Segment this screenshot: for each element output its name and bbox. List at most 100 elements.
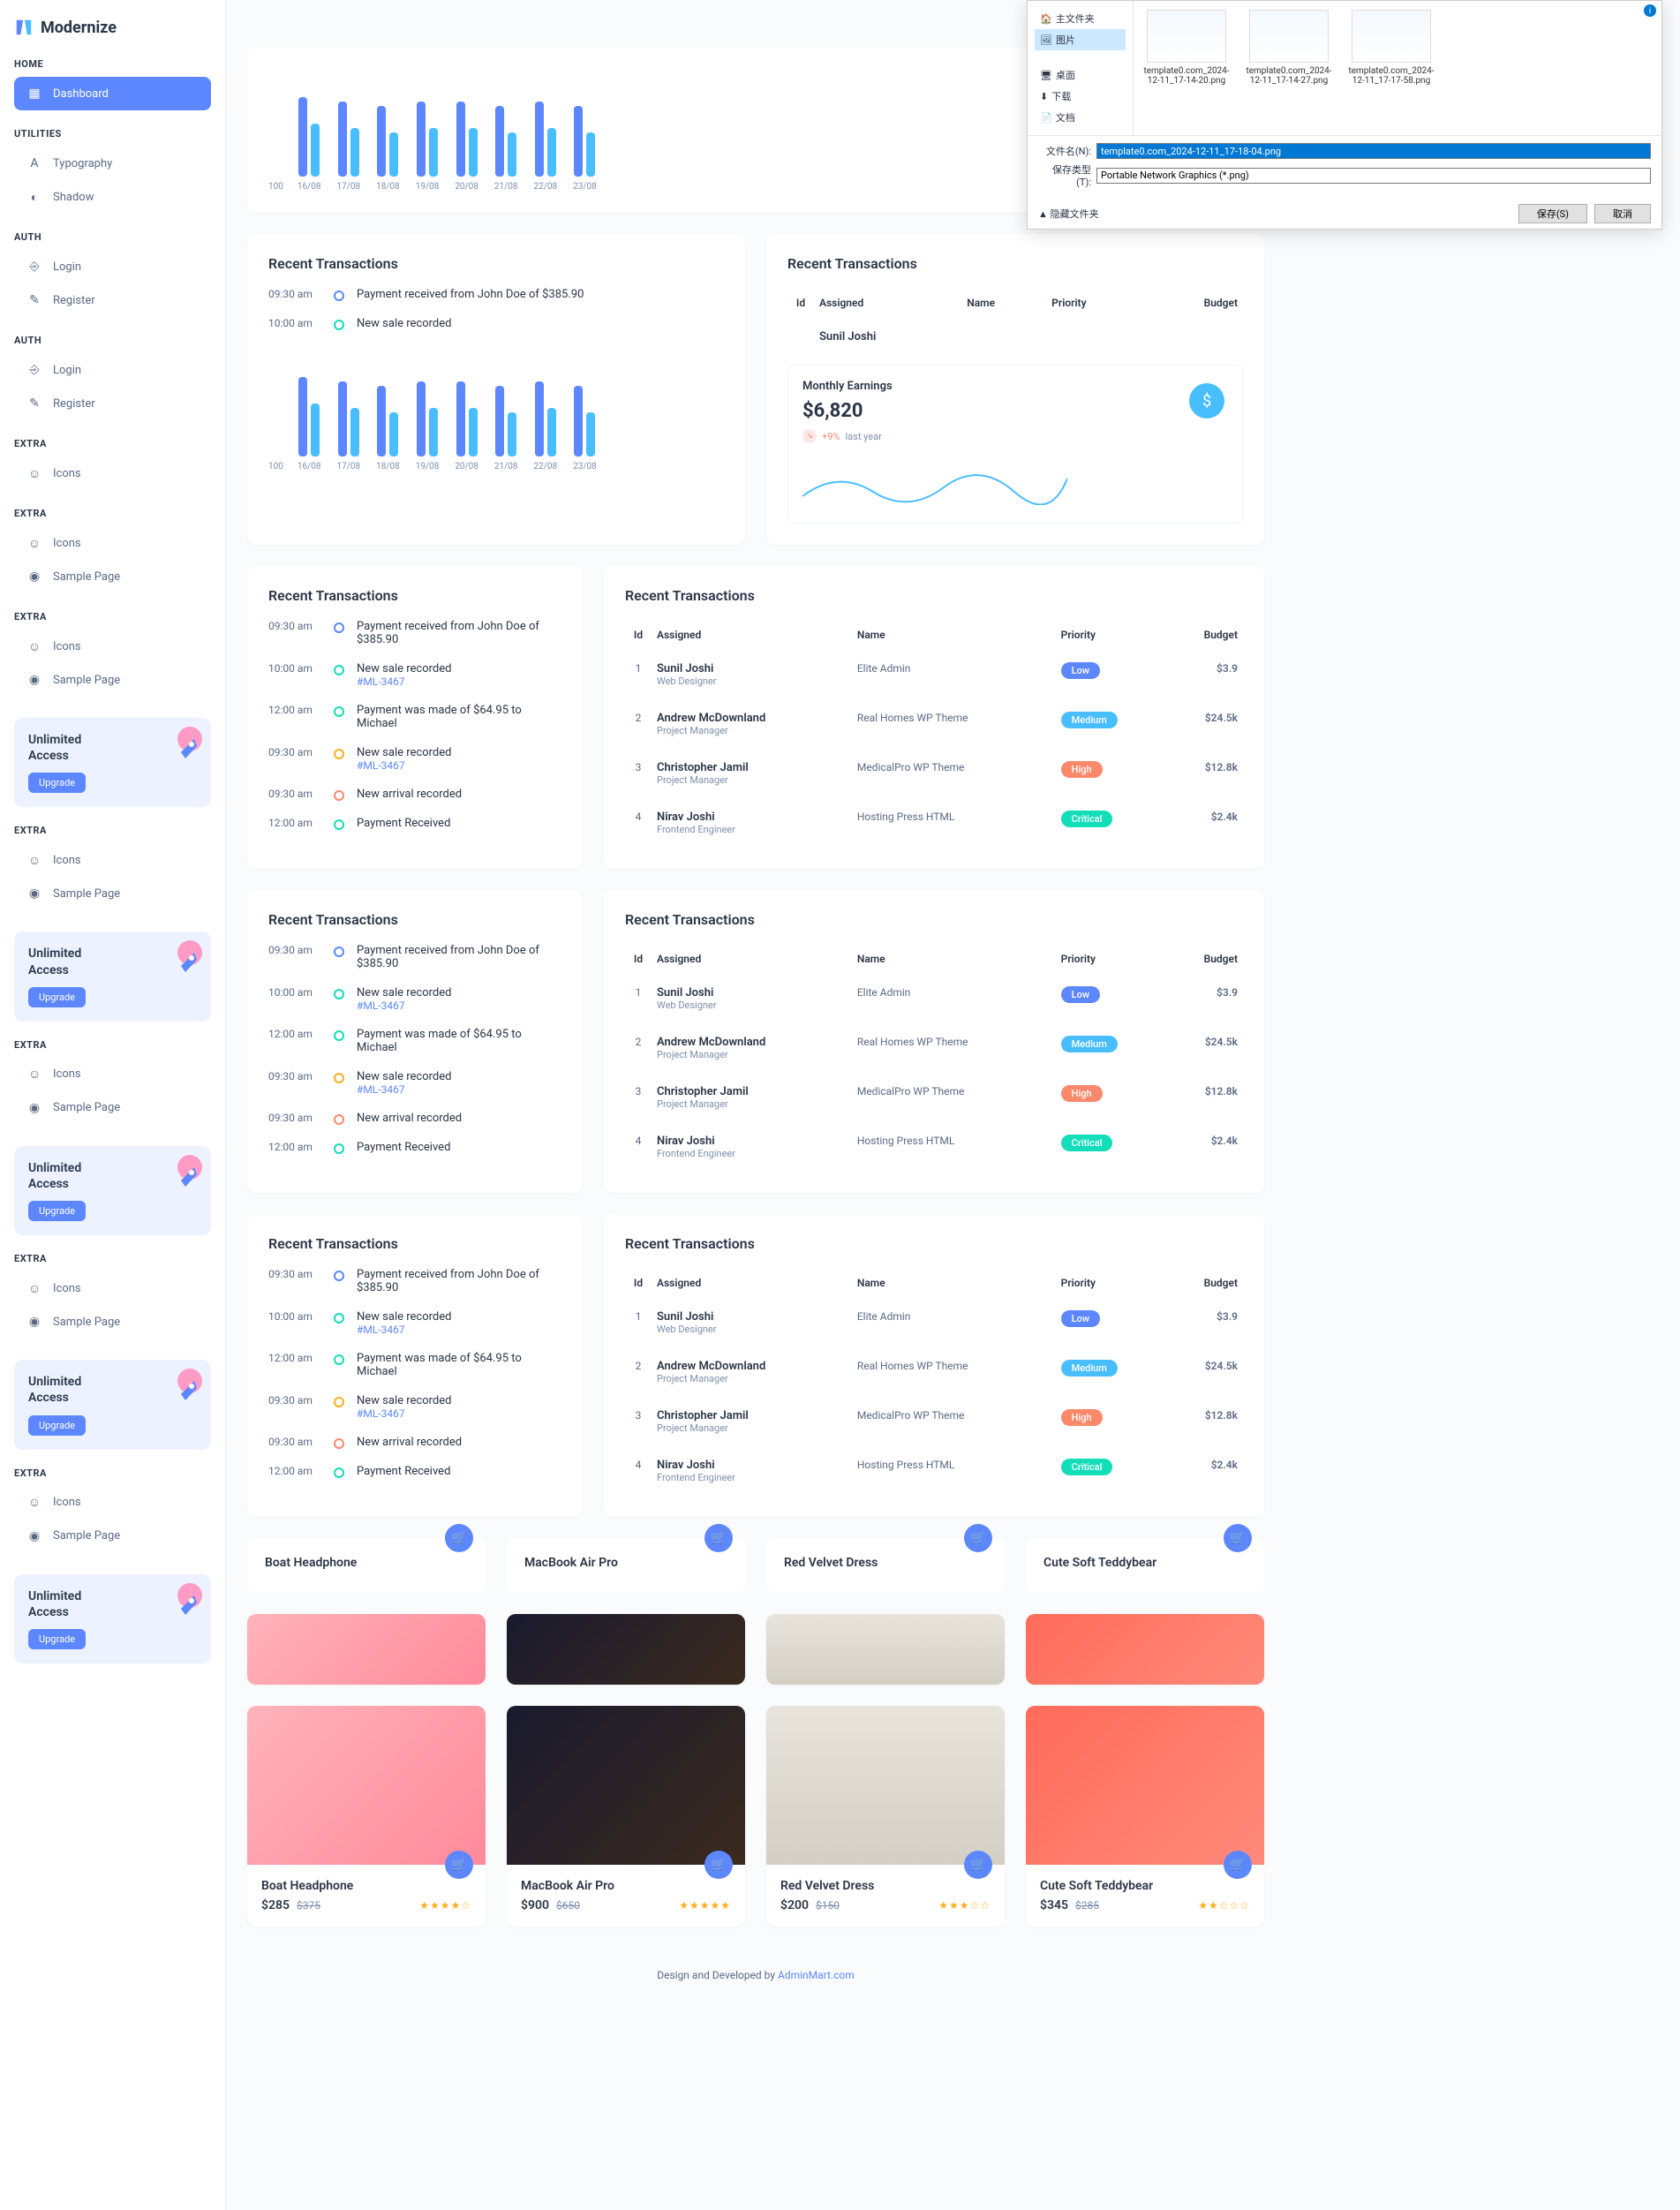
nav-icons-r1[interactable]: ☺Icons [14, 1058, 211, 1091]
product-card[interactable]: 🛒MacBook Air Pro$900$650★★★★★ [507, 1706, 745, 1927]
tx-link[interactable]: #ML-3467 [357, 999, 451, 1012]
product-card[interactable] [247, 1614, 486, 1685]
product-card[interactable]: 🛒Boat Headphone$285$375★★★★☆ [247, 1706, 486, 1927]
file-item[interactable]: template0.com_2024-12-11_17-17-58.png [1347, 10, 1435, 126]
add-to-cart-button[interactable]: 🛒 [1224, 1851, 1252, 1879]
hide-folders-toggle[interactable]: ▲ 隐藏文件夹 [1038, 207, 1099, 221]
cancel-button[interactable]: 取消 [1594, 204, 1651, 223]
file-item[interactable]: template0.com_2024-12-11_17-14-20.png [1142, 10, 1231, 126]
timeline-dot [334, 1397, 344, 1407]
product-mini-card: 🛒Cute Soft Teddybear [1026, 1538, 1264, 1593]
nav-login[interactable]: ⎆Login [14, 250, 211, 283]
nav-sample-r3[interactable]: ◉Sample Page [14, 1520, 211, 1553]
file-name: template0.com_2024-12-11_17-14-20.png [1142, 66, 1231, 86]
tx-link[interactable]: #ML-3467 [357, 1083, 451, 1096]
info-icon[interactable]: i [1644, 4, 1656, 17]
tx-table: IdAssignedNamePriorityBudget1Sunil Joshi… [625, 620, 1243, 848]
nav-icons-r3[interactable]: ☺Icons [14, 1486, 211, 1520]
dialog-file-list: template0.com_2024-12-11_17-14-20.png tem… [1134, 1, 1661, 135]
tx-link[interactable]: #ML-3467 [357, 1407, 451, 1420]
nav-typography[interactable]: ATypography [14, 147, 211, 180]
folder-docs[interactable]: 📄 文档 [1035, 107, 1126, 128]
product-price-old: $285 [1075, 1899, 1099, 1912]
smile-icon: ☺ [26, 852, 42, 868]
filetype-select[interactable] [1096, 168, 1651, 184]
product-card[interactable]: 🛒Cute Soft Teddybear$345$285★★☆☆☆ [1026, 1706, 1264, 1927]
folder-desktop[interactable]: 🖥 桌面 [1035, 64, 1126, 86]
nav-login-2[interactable]: ⎆Login [14, 353, 211, 387]
add-to-cart-button[interactable]: 🛒 [704, 1524, 733, 1552]
nav-sample-r2[interactable]: ◉Sample Page [14, 1305, 211, 1339]
tx-text: New arrival recorded [357, 1112, 462, 1125]
folder-main[interactable]: 🏠 主文件夹 [1035, 8, 1126, 29]
product-mini-card: 🛒MacBook Air Pro [507, 1538, 745, 1593]
th-assigned: Assigned [814, 288, 961, 318]
product-card[interactable] [507, 1614, 745, 1685]
footer-link[interactable]: AdminMart.com [778, 1969, 855, 1981]
tx-text: New sale recorded [357, 1310, 451, 1324]
nav-register-2[interactable]: ✎Register [14, 387, 211, 420]
upgrade-button[interactable]: Upgrade [28, 1629, 86, 1649]
rocket-icon [154, 721, 207, 774]
promo-card: UnlimitedAccessUpgrade [14, 1146, 211, 1235]
product-name: MacBook Air Pro [521, 1879, 731, 1893]
product-card[interactable]: 🛒Red Velvet Dress$200$150★★★☆☆ [766, 1706, 1005, 1927]
add-to-cart-button[interactable]: 🛒 [964, 1851, 992, 1879]
recent-tx-card-left: Recent Transactions 09:30 amPayment rece… [247, 234, 745, 545]
nav-register[interactable]: ✎Register [14, 283, 211, 317]
upgrade-button[interactable]: Upgrade [28, 987, 86, 1007]
tx-time: 09:30 am [268, 746, 321, 758]
product-image [247, 1706, 486, 1865]
nav-icons-2[interactable]: ☺Icons [14, 526, 211, 560]
nav-sample-r0[interactable]: ◉Sample Page [14, 877, 211, 910]
add-to-cart-button[interactable]: 🛒 [1224, 1524, 1252, 1552]
file-item[interactable]: template0.com_2024-12-11_17-14-27.png [1245, 10, 1333, 126]
promo-card: UnlimitedAccessUpgrade [14, 1574, 211, 1663]
add-to-cart-button[interactable]: 🛒 [445, 1524, 473, 1552]
upgrade-button[interactable]: Upgrade [28, 1415, 86, 1436]
table-row: 1Sunil JoshiWeb DesignerElite AdminLow$3… [625, 1298, 1243, 1347]
tx-link[interactable]: #ML-3467 [357, 759, 451, 772]
tx-link[interactable]: #ML-3467 [357, 675, 451, 688]
nav-dashboard[interactable]: ▦Dashboard [14, 77, 211, 110]
tx-time: 09:30 am [268, 1112, 321, 1124]
product-card[interactable] [1026, 1614, 1264, 1685]
tx-link[interactable]: #ML-3467 [357, 1324, 451, 1336]
tx-text: New sale recorded [357, 1394, 451, 1407]
nav-sample[interactable]: ◉Sample Page [14, 560, 211, 593]
timeline-dot [334, 622, 344, 633]
product-card[interactable] [766, 1614, 1005, 1685]
tx-time: 09:30 am [268, 1268, 321, 1280]
nav-sample-2[interactable]: ◉Sample Page [14, 663, 211, 697]
upgrade-button[interactable]: Upgrade [28, 773, 86, 793]
smile-icon: ☺ [26, 535, 42, 551]
file-thumbnail [1249, 10, 1329, 63]
product-price-old: $375 [297, 1899, 320, 1912]
nav-shadow[interactable]: ◐Shadow [14, 180, 211, 214]
tx-text: Payment received from John Doe of $385.9… [357, 1268, 561, 1294]
earnings-title: Monthly Earnings [802, 380, 1228, 393]
folder-pictures[interactable]: 🖼 图片 [1035, 29, 1126, 50]
tx-time: 09:30 am [268, 620, 321, 632]
nav-sample-r1[interactable]: ◉Sample Page [14, 1091, 211, 1125]
typography-icon: A [26, 155, 42, 171]
footer: Design and Developed by AdminMart.com [247, 1948, 1264, 2003]
tx-row: 12:00 amPayment Received [268, 1141, 561, 1154]
tx-row: 09:30 amNew sale recorded#ML-3467 [268, 1394, 561, 1420]
add-to-cart-button[interactable]: 🛒 [704, 1851, 733, 1879]
nav-icons-r0[interactable]: ☺Icons [14, 843, 211, 877]
tx-time: 12:00 am [268, 1028, 321, 1040]
folder-download[interactable]: ⬇ 下载 [1035, 86, 1126, 107]
product-price-old: $650 [556, 1899, 580, 1912]
timeline-dot [334, 1030, 344, 1041]
product-rating: ★★★☆☆ [938, 1899, 991, 1912]
nav-icons[interactable]: ☺Icons [14, 456, 211, 490]
upgrade-button[interactable]: Upgrade [28, 1201, 86, 1221]
add-to-cart-button[interactable]: 🛒 [964, 1524, 992, 1552]
filename-input[interactable] [1096, 143, 1651, 159]
nav-icons-r2[interactable]: ☺Icons [14, 1271, 211, 1305]
th-budget: Budget [1146, 288, 1243, 318]
save-button[interactable]: 保存(S) [1518, 204, 1587, 223]
nav-icons-3[interactable]: ☺Icons [14, 630, 211, 663]
add-to-cart-button[interactable]: 🛒 [445, 1851, 473, 1879]
